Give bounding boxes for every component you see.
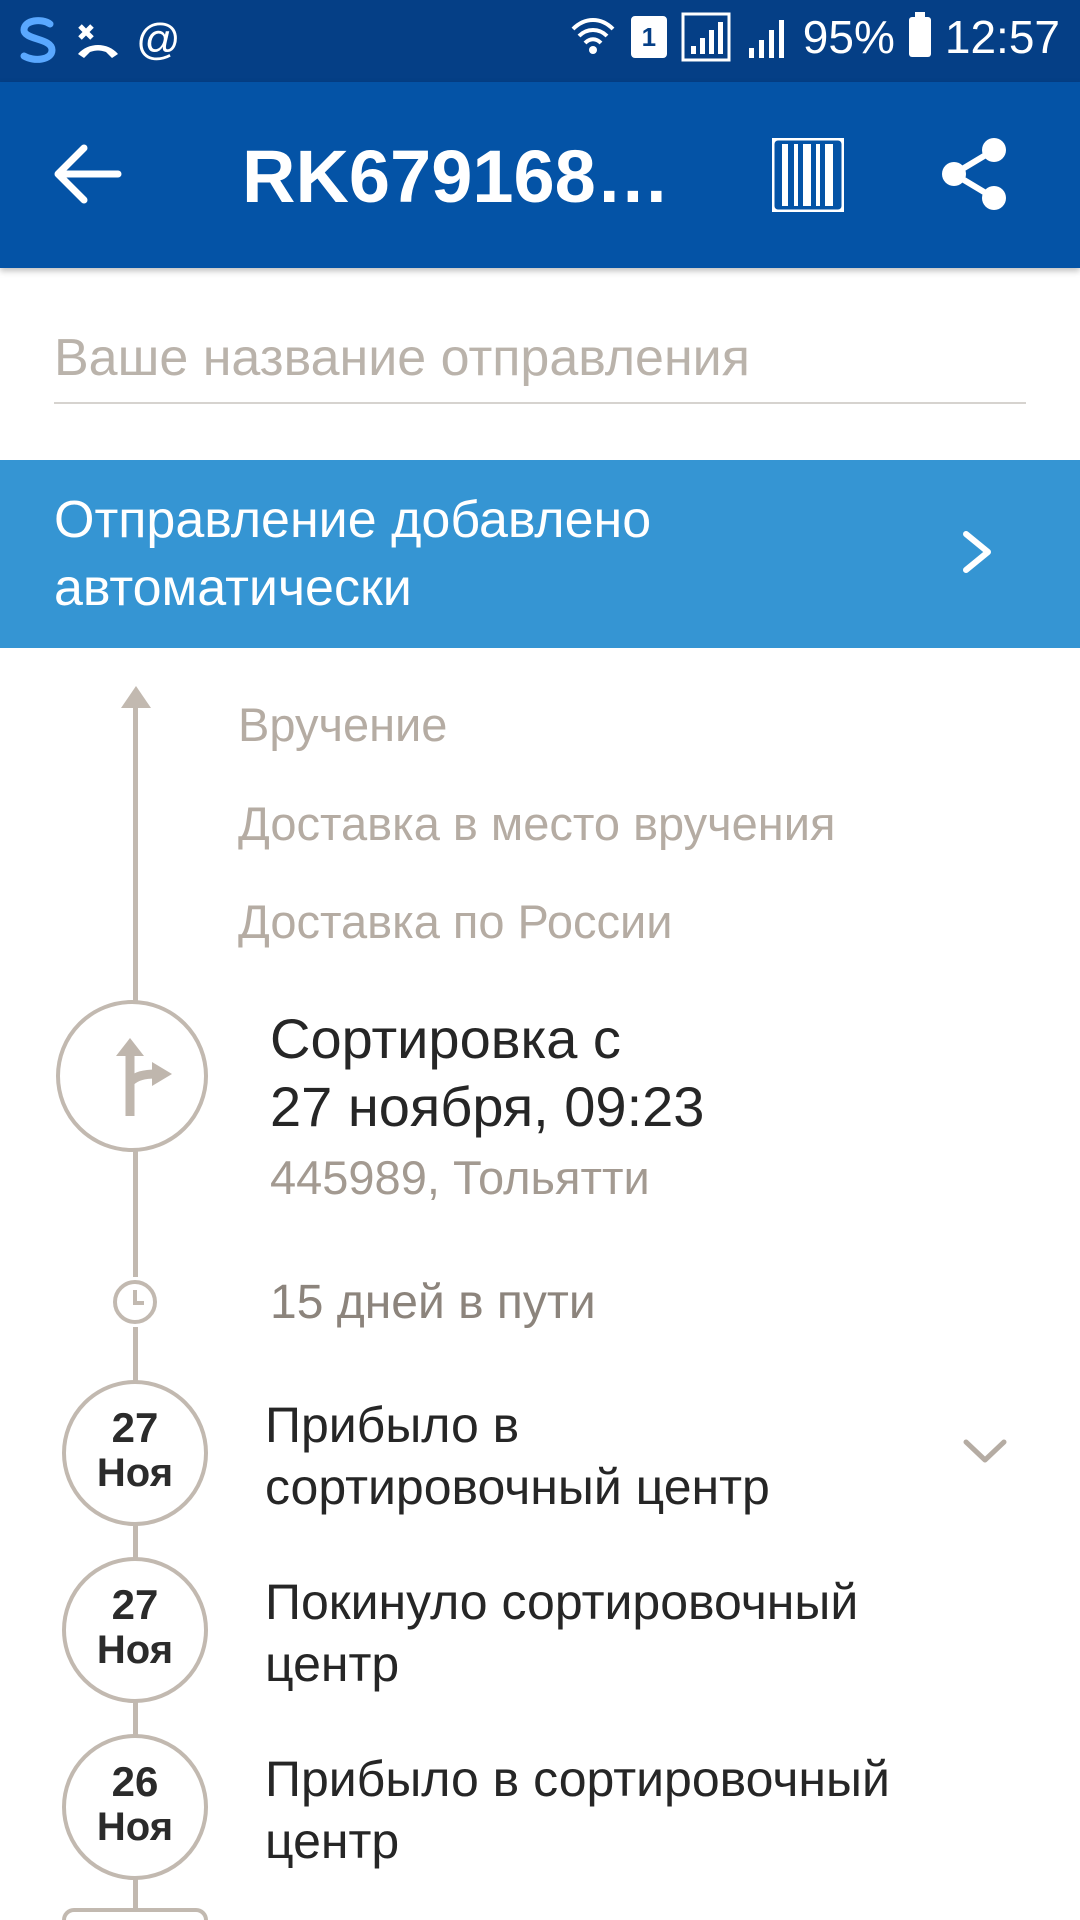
event-date-badge-partial [62,1908,208,1920]
event-title-line1: Прибыло в [265,1397,520,1453]
event-month: Ноя [96,1805,174,1849]
app-s-icon [20,17,56,63]
clock-icon [110,1277,160,1327]
event-item[interactable]: Покинуло сортировочный центр [265,1571,985,1695]
event-day: 27 [111,1404,159,1451]
event-title-line2: сортировочный центр [265,1459,770,1515]
event-item[interactable]: Прибыло в сортировочный центр [265,1394,985,1518]
barcode-icon[interactable] [772,138,844,212]
clock-time: 12:57 [944,11,1060,63]
sim-icon: 1 [630,16,667,58]
status-bar: @ 1 95% 12:57 [0,0,1080,82]
event-day: 26 [111,1758,159,1805]
future-step-russia-delivery: Доставка по России [238,895,673,948]
event-date-badge: 27 Ноя [62,1380,208,1526]
signal-sim1-icon [681,12,731,62]
status-system: 1 95% 12:57 [569,10,1060,64]
wifi-icon [571,18,615,54]
event-title-line2: центр [265,1636,400,1692]
battery-icon [908,12,931,57]
event-title-line1: Прибыло в сортировочный [265,1751,890,1807]
event-month: Ноя [96,1628,174,1672]
status-notifications: @ [16,14,181,66]
timeline-arrowhead [121,686,151,708]
event-item[interactable]: Прибыло в сортировочный центр [265,1748,985,1872]
back-arrow-icon[interactable] [48,134,128,214]
app-bar: RK6791688... [0,82,1080,268]
event-title-line1: Покинуло сортировочный [265,1574,859,1630]
event-month: Ноя [96,1451,174,1495]
event-day: 27 [111,1581,159,1628]
timeline-line-top [133,700,138,1005]
days-in-transit: 15 дней в пути [270,1276,596,1329]
sorting-status-circle [56,1000,208,1152]
current-status-address: 445989, Тольятти [270,1151,650,1204]
event-title-line2: центр [265,1813,400,1869]
auto-added-banner[interactable]: Отправление добавлено автоматически [0,460,1080,648]
future-step-to-delivery-point: Доставка в место вручения [238,797,836,850]
shipment-name-input[interactable]: Ваше название отправления [54,318,1026,404]
missed-call-icon [78,24,118,58]
tracking-number-title: RK6791688... [242,135,682,218]
banner-text: Отправление добавлено автоматически [54,491,652,617]
event-date-badge: 27 Ноя [62,1557,208,1703]
chevron-down-icon[interactable] [960,1432,1010,1472]
at-icon: @ [136,15,181,64]
chevron-right-icon [963,531,991,573]
battery-percent: 95% [802,11,895,63]
event-date-badge: 26 Ноя [62,1734,208,1880]
share-icon[interactable] [934,134,1014,214]
signal-sim2-icon [748,20,784,58]
current-status: Сортировка с 27 ноября, 09:23 [270,1005,704,1141]
future-step-delivery: Вручение [238,698,448,751]
sorting-arrow-icon [116,1038,172,1116]
current-status-line2: 27 ноября, 09:23 [270,1075,705,1138]
current-status-line1: Сортировка с [270,1007,621,1070]
